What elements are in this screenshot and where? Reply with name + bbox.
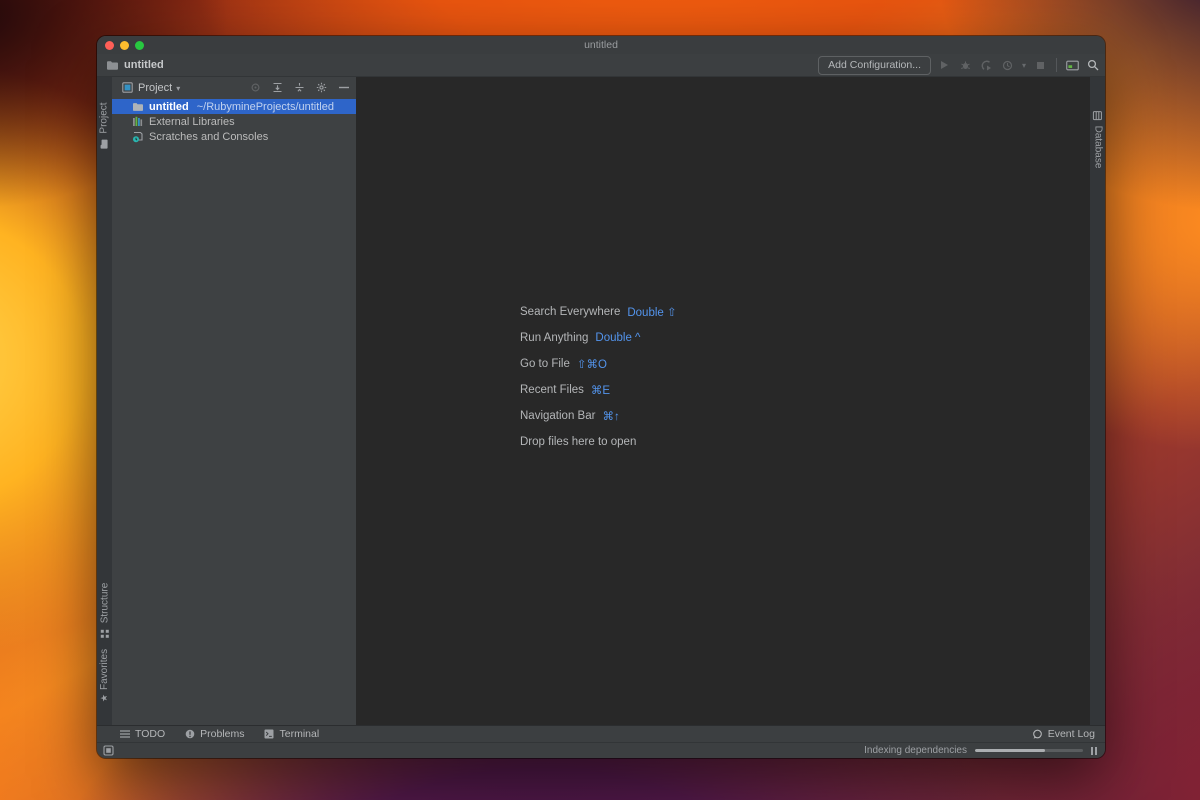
project-panel-chevron-icon[interactable]: ▾ bbox=[176, 84, 180, 93]
shortcut-recent-files: Recent Files ⌘E bbox=[520, 377, 677, 403]
event-log-label: Event Log bbox=[1047, 728, 1095, 740]
tool-stripe-structure[interactable]: Structure bbox=[98, 583, 111, 641]
tool-stripe-favorites-label: Favorites bbox=[99, 648, 111, 691]
tool-stripe-structure-label: Structure bbox=[99, 582, 111, 624]
right-tool-stripe: Database bbox=[1090, 77, 1105, 725]
folder-icon bbox=[131, 100, 144, 113]
collapse-all-icon[interactable] bbox=[293, 81, 306, 94]
tree-row-external-libraries[interactable]: External Libraries bbox=[112, 114, 356, 129]
pause-indexing-icon[interactable] bbox=[1091, 746, 1097, 755]
event-log-balloon-icon bbox=[1031, 728, 1044, 741]
tree-item-path: ~/RubymineProjects/untitled bbox=[196, 100, 334, 113]
tool-stripe-project-label: Project bbox=[99, 101, 110, 134]
left-tool-stripe: Project Structure ★ Favorites bbox=[97, 77, 112, 725]
terminal-tab[interactable]: Terminal bbox=[263, 728, 320, 741]
structure-icon bbox=[98, 627, 111, 640]
folder-icon bbox=[106, 59, 119, 72]
shortcut-label: Go to File bbox=[520, 358, 570, 370]
expand-all-icon[interactable] bbox=[271, 81, 284, 94]
stop-icon[interactable] bbox=[1034, 59, 1047, 72]
ide-window: untitled untitled Add Configuration... ▾… bbox=[97, 36, 1105, 758]
tool-stripe-database[interactable]: Database bbox=[1091, 108, 1104, 168]
project-panel-title[interactable]: Project bbox=[138, 82, 172, 94]
window-title: untitled bbox=[584, 39, 618, 51]
profiler-icon[interactable] bbox=[1001, 59, 1014, 72]
tree-row-scratches[interactable]: Scratches and Consoles bbox=[112, 129, 356, 144]
shortcut-navigation-bar: Navigation Bar ⌘↑ bbox=[520, 403, 677, 429]
breadcrumb-project-name[interactable]: untitled bbox=[124, 59, 164, 71]
star-icon: ★ bbox=[99, 694, 110, 703]
external-libraries-icon bbox=[131, 115, 144, 128]
main-area: Project Structure ★ Favorites Project ▾ … bbox=[97, 77, 1105, 725]
project-view-icon bbox=[121, 81, 134, 94]
hide-panel-icon[interactable] bbox=[337, 81, 350, 94]
tool-stripe-favorites[interactable]: ★ Favorites bbox=[99, 649, 110, 702]
todo-list-icon bbox=[118, 728, 131, 741]
tool-stripe-project[interactable]: Project bbox=[98, 102, 111, 150]
project-tool-window: Project ▾ untitled ~/RubymineProjects/un… bbox=[112, 77, 356, 725]
indexing-progress-fill bbox=[975, 749, 1046, 752]
todo-tab-label: TODO bbox=[135, 728, 166, 740]
shortcut-label: Run Anything bbox=[520, 332, 589, 344]
debug-icon[interactable] bbox=[959, 59, 972, 72]
shortcut-keys: Double ⇧ bbox=[627, 307, 677, 319]
add-configuration-button[interactable]: Add Configuration... bbox=[818, 55, 931, 75]
title-bar: untitled bbox=[97, 36, 1105, 54]
event-log-button[interactable]: Event Log bbox=[1031, 728, 1095, 741]
run-with-coverage-icon[interactable] bbox=[980, 59, 993, 72]
editor-area: Search Everywhere Double ⇧ Run Anything … bbox=[356, 77, 1090, 725]
database-icon bbox=[1091, 108, 1104, 121]
shortcut-go-to-file: Go to File ⇧⌘O bbox=[520, 351, 677, 377]
locate-file-icon[interactable] bbox=[249, 81, 262, 94]
status-bar: Indexing dependencies bbox=[97, 742, 1105, 758]
shortcut-label: Recent Files bbox=[520, 384, 584, 396]
shortcut-search-everywhere: Search Everywhere Double ⇧ bbox=[520, 299, 677, 325]
shortcut-keys: ⌘E bbox=[590, 385, 611, 397]
todo-tab[interactable]: TODO bbox=[118, 728, 165, 741]
shortcut-keys: ⌘↑ bbox=[602, 411, 620, 423]
shortcut-run-anything: Run Anything Double ^ bbox=[520, 325, 677, 351]
project-tree: untitled ~/RubymineProjects/untitled Ext… bbox=[112, 99, 356, 144]
tool-window-bar: TODO Problems Terminal Event Log bbox=[97, 725, 1105, 742]
tree-item-name: untitled bbox=[149, 100, 189, 113]
tree-item-name: Scratches and Consoles bbox=[149, 130, 269, 143]
shortcut-label: Drop files here to open bbox=[520, 436, 637, 448]
shortcut-keys: Double ^ bbox=[595, 332, 641, 344]
empty-state-shortcuts: Search Everywhere Double ⇧ Run Anything … bbox=[520, 299, 677, 455]
scratches-and-consoles-icon bbox=[131, 130, 144, 143]
tool-windows-icon[interactable] bbox=[1066, 59, 1079, 72]
terminal-icon bbox=[263, 728, 276, 741]
problems-tab[interactable]: Problems bbox=[183, 728, 245, 741]
terminal-tab-label: Terminal bbox=[279, 728, 320, 740]
tool-stripe-database-label: Database bbox=[1092, 125, 1103, 168]
shortcut-label: Navigation Bar bbox=[520, 410, 596, 422]
indexing-status-text: Indexing dependencies bbox=[864, 745, 967, 756]
shortcut-label: Search Everywhere bbox=[520, 306, 621, 318]
toolbar-separator bbox=[1056, 58, 1057, 72]
indexing-progress-bar bbox=[975, 749, 1083, 752]
run-options-chevron-icon[interactable]: ▾ bbox=[1022, 61, 1026, 70]
settings-gear-icon[interactable] bbox=[315, 81, 328, 94]
project-panel-header: Project ▾ bbox=[112, 77, 356, 96]
drop-files-hint: Drop files here to open bbox=[520, 429, 677, 455]
problems-info-icon bbox=[183, 728, 196, 741]
main-toolbar: untitled Add Configuration... ▾ bbox=[97, 54, 1105, 77]
tree-item-name: External Libraries bbox=[149, 115, 235, 128]
run-icon[interactable] bbox=[938, 59, 951, 72]
shortcut-keys: ⇧⌘O bbox=[576, 359, 607, 371]
toggle-tool-window-stripes-icon[interactable] bbox=[102, 744, 115, 757]
search-everywhere-icon[interactable] bbox=[1086, 59, 1099, 72]
project-folder-icon bbox=[98, 137, 111, 150]
problems-tab-label: Problems bbox=[200, 728, 245, 740]
tree-row-untitled[interactable]: untitled ~/RubymineProjects/untitled bbox=[112, 99, 356, 114]
